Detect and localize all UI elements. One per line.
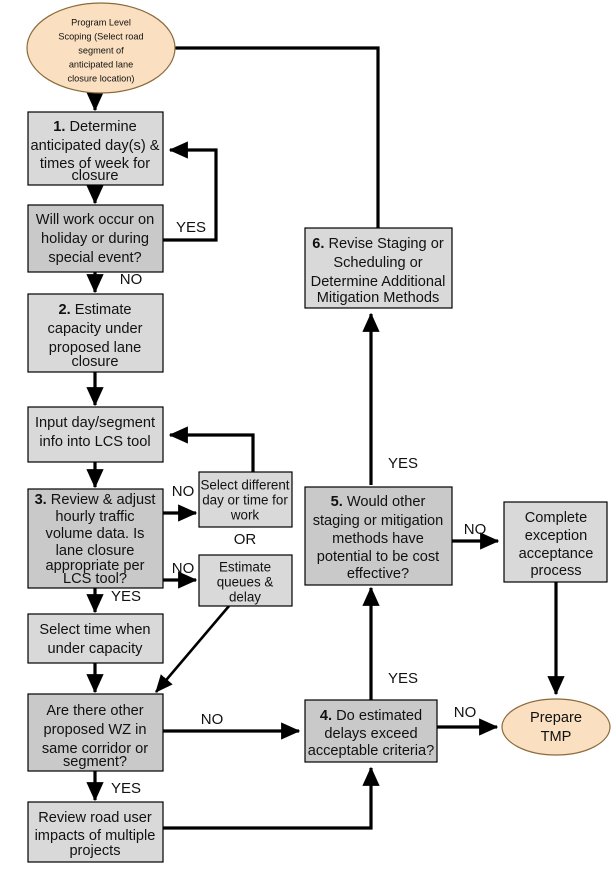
select-different-line-2: day or time for — [202, 493, 288, 508]
step5-line-5: effective? — [347, 566, 409, 582]
other-wz-line-1: Are there other — [46, 703, 143, 719]
step6-line-3: Determine Additional — [311, 274, 446, 290]
label-step3-yes: YES — [111, 588, 141, 605]
step6-title: Revise Staging or — [324, 236, 443, 252]
step5-number: 5. — [331, 494, 343, 510]
flowchart-svg: Program Level Scoping (Select road segme… — [26, 2, 611, 863]
label-step5-yes: YES — [388, 455, 418, 472]
estimate-queues-line-2: queues & — [217, 575, 274, 590]
step1-line-4: closure — [71, 168, 118, 184]
review-road-user-line-3: projects — [69, 843, 120, 859]
label-step4-no: NO — [454, 704, 477, 721]
holiday-line-1: Will work occur on — [36, 212, 154, 228]
estimate-queues-line-1: Estimate — [219, 560, 271, 575]
step3-line-1: 3. Review & adjust — [35, 492, 156, 508]
start-line-1: Program Level — [71, 17, 131, 27]
start-line-5: closure location) — [68, 73, 135, 83]
flowchart-canvas: Program Level Scoping (Select road segme… — [0, 0, 612, 871]
label-other-wz-no: NO — [201, 711, 224, 728]
step4-line-1: 4. Do estimated — [320, 708, 422, 724]
node-start[interactable]: Program Level Scoping (Select road segme… — [26, 2, 176, 94]
step1-line-1: 1. Determine — [53, 119, 137, 135]
step2-line-2: capacity under — [48, 321, 143, 337]
step6-number: 6. — [312, 236, 324, 252]
edge-select-different-to-input-lcs — [168, 426, 255, 472]
node-step1[interactable]: 1. Determine anticipated day(s) & times … — [27, 111, 164, 186]
select-different-line-1: Select different — [200, 478, 289, 493]
prepare-tmp-ellipse-shape — [501, 698, 611, 756]
step2-line-4: closure — [71, 354, 118, 370]
step1-title: Determine — [65, 119, 136, 135]
node-prepare-tmp[interactable]: Prepare TMP — [501, 698, 611, 756]
label-other-wz-yes: YES — [111, 780, 141, 797]
label-step3-no-select: NO — [172, 483, 195, 500]
step5-title: Would other — [343, 494, 426, 510]
step2-title: Estimate — [71, 302, 132, 318]
review-road-user-line-2: impacts of multiple — [35, 828, 156, 844]
prepare-tmp-line-2: TMP — [541, 729, 572, 745]
node-step4[interactable]: 4. Do estimated delays exceed acceptable… — [304, 699, 438, 763]
node-complete-exception[interactable]: Complete exception acceptance process — [503, 501, 608, 583]
start-line-2: Scoping (Select road — [58, 31, 143, 41]
step1-line-2: anticipated day(s) & — [31, 138, 160, 154]
step5-line-2: staging or mitigation — [313, 513, 444, 529]
label-or-connector: OR — [234, 531, 257, 548]
step4-line-2: delays exceed — [324, 726, 417, 742]
label-holiday-no: NO — [120, 271, 143, 288]
input-lcs-line-2: info into LCS tool — [39, 434, 150, 450]
step4-title: Do estimated — [332, 708, 422, 724]
select-time-line-1: Select time when — [39, 622, 150, 638]
holiday-line-3: special event? — [48, 250, 141, 266]
step6-line-1: 6. Revise Staging or — [312, 236, 444, 252]
label-holiday-yes: YES — [176, 219, 206, 236]
node-estimate-queues[interactable]: Estimate queues & delay — [198, 554, 293, 607]
estimate-queues-line-3: delay — [229, 590, 261, 605]
step3-line-4: lane closure — [56, 543, 135, 559]
step3-number: 3. — [35, 492, 47, 508]
step2-number: 2. — [59, 302, 71, 318]
step3-line-2: hourly traffic — [55, 509, 134, 525]
step3-line-3: volume data. Is — [46, 526, 145, 542]
node-other-wz-decision[interactable]: Are there other proposed WZ in same corr… — [27, 693, 164, 772]
step6-line-2: Scheduling or — [333, 255, 422, 271]
step5-line-1: 5. Would other — [331, 494, 426, 510]
step4-number: 4. — [320, 708, 332, 724]
prepare-tmp-line-1: Prepare — [530, 710, 582, 726]
input-lcs-line-1: Input day/segment — [35, 415, 155, 431]
step3-line-6: LCS tool? — [63, 571, 127, 587]
step2-line-1: 2. Estimate — [59, 302, 132, 318]
node-select-time[interactable]: Select time when under capacity — [27, 613, 164, 664]
step5-line-3: methods have — [332, 531, 424, 547]
other-wz-line-4: segment? — [63, 754, 127, 770]
start-line-3: segment of — [78, 45, 124, 55]
start-line-4: anticipated lane — [69, 59, 133, 69]
node-holiday-decision[interactable]: Will work occur on holiday or during spe… — [27, 204, 164, 273]
review-road-user-line-1: Review road user — [38, 810, 152, 826]
complete-exception-line-2: exception — [525, 528, 587, 544]
edge-review-to-step4 — [163, 766, 380, 830]
node-select-different-day[interactable]: Select different day or time for work — [198, 471, 293, 528]
complete-exception-line-4: process — [530, 563, 581, 579]
step6-line-4: Mitigation Methods — [317, 290, 440, 306]
holiday-line-2: holiday or during — [41, 231, 149, 247]
complete-exception-line-1: Complete — [525, 510, 587, 526]
node-input-lcs[interactable]: Input day/segment info into LCS tool — [27, 406, 164, 463]
node-step5[interactable]: 5. Would other staging or mitigation met… — [304, 486, 453, 586]
label-step4-yes: YES — [388, 670, 418, 687]
step1-number: 1. — [53, 119, 65, 135]
label-step5-no: NO — [464, 521, 487, 538]
step3-title: Review & adjust — [47, 492, 156, 508]
label-step3-no-estimate: NO — [172, 560, 195, 577]
node-step6[interactable]: 6. Revise Staging or Scheduling or Deter… — [304, 227, 453, 309]
edge-estimate-queues-to-other-wz — [155, 605, 230, 693]
node-step3[interactable]: 3. Review & adjust hourly traffic volume… — [27, 488, 164, 589]
select-time-line-2: under capacity — [48, 641, 144, 657]
node-review-road-user[interactable]: Review road user impacts of multiple pro… — [27, 801, 164, 863]
step4-line-3: acceptable criteria? — [308, 743, 435, 759]
step5-line-4: potential to be cost — [317, 549, 440, 565]
complete-exception-line-3: acceptance — [519, 546, 594, 562]
node-step2[interactable]: 2. Estimate capacity under proposed lane… — [27, 293, 164, 373]
select-different-line-3: work — [230, 508, 260, 523]
other-wz-line-2: proposed WZ in — [43, 722, 146, 738]
